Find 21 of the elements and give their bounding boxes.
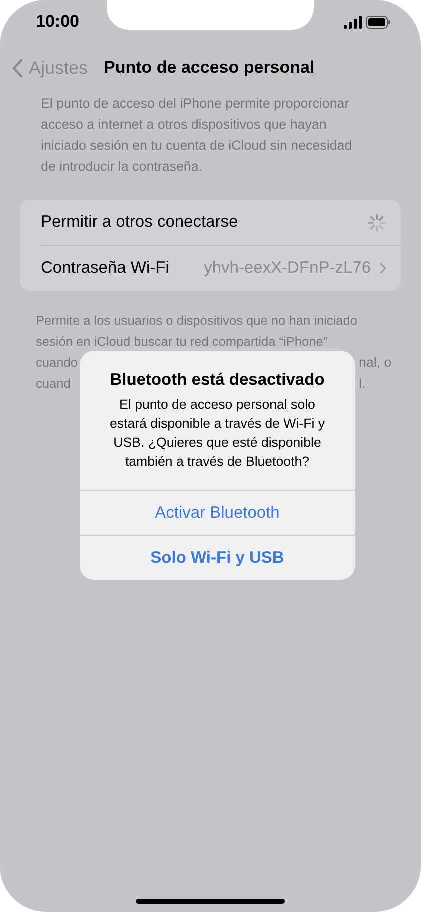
footer-text: Permite a los usuarios o dispositivos que no han iniciado: [36, 313, 358, 328]
loading-spinner-icon: [367, 212, 387, 232]
footer-text: nal, o: [359, 355, 393, 370]
chevron-left-icon: [12, 58, 23, 78]
footer-text: cuand: [36, 376, 71, 391]
signal-battery-icon: [344, 16, 391, 28]
footer-text: l.: [359, 376, 367, 391]
footer-text: sesión en iCloud buscar tu red compartida “iPhone”: [36, 334, 328, 349]
password-value: yhvh-eexX-DFnP-zL76: [204, 259, 371, 278]
status-time: 10:00: [36, 12, 80, 32]
alert-message: El punto de acceso personal solo estará disponible a través de Wi-Fi y USB. ¿Quieres que esté disponible también a través de Bluetooth?: [108, 396, 326, 471]
alert-button[interactable]: Solo Wi-Fi y USB: [80, 535, 355, 580]
setting-label[interactable]: Contraseña Wi-Fi: [41, 259, 170, 278]
setting-label: Permitir a otros conectarse: [41, 213, 238, 232]
description-text: El punto de acceso del iPhone permite proporcionar acceso a internet a otros dispositivos que hayan iniciado sesión en tu cuenta de iCloud sin necesidad de introducir la contraseña.: [40, 95, 354, 176]
footer-text: cuando: [36, 355, 78, 370]
alert-button[interactable]: Activar Bluetooth: [80, 490, 355, 535]
alert-title: Bluetooth está desactivado: [110, 371, 325, 390]
chevron-right-icon: [379, 262, 387, 275]
page-title: Punto de acceso personal: [104, 58, 315, 78]
back-button[interactable]: Ajustes: [12, 58, 88, 78]
